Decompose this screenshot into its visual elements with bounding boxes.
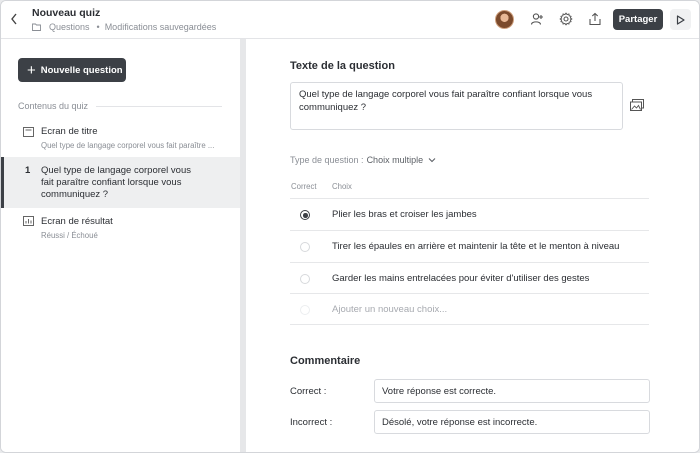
contents-divider	[96, 106, 222, 107]
sidebar-item-subtitle: Quel type de langage corporel vous fait …	[41, 141, 215, 150]
correct-radio[interactable]	[300, 274, 310, 284]
add-user-icon	[530, 13, 543, 25]
gear-icon	[559, 12, 573, 26]
sidebar-item-label: Ecran de résultat	[41, 216, 113, 227]
question-text-input[interactable]: Quel type de langage corporel vous fait …	[290, 82, 623, 130]
title-screen-icon	[23, 127, 34, 137]
correct-radio[interactable]	[300, 242, 310, 252]
chevron-down-icon	[428, 158, 436, 163]
choice-text[interactable]: Plier les bras et croiser les jambes	[332, 209, 477, 220]
add-user-button[interactable]	[529, 11, 545, 27]
plus-icon: +	[27, 61, 36, 79]
header-bar: Nouveau quiz Questions • Modifications s…	[1, 1, 699, 39]
question-heading: Texte de la question	[290, 60, 395, 72]
choice-row[interactable]: Garder les mains entrelacées pour éviter…	[290, 262, 649, 294]
avatar[interactable]	[495, 10, 514, 29]
question-number: 1	[25, 165, 31, 176]
choices-divider	[290, 324, 649, 325]
sidebar-item-result-screen[interactable]: Ecran de résultat Réussi / Échoué	[1, 215, 240, 243]
column-header-correct: Correct	[291, 182, 317, 191]
preview-button[interactable]	[670, 9, 691, 30]
sidebar-item-question-1[interactable]: 1 Quel type de langage corporel vous fai…	[1, 157, 240, 208]
add-choice-row[interactable]: Ajouter un nouveau choix...	[290, 293, 649, 325]
image-icon[interactable]	[630, 99, 644, 111]
correct-radio	[300, 305, 310, 315]
share-button[interactable]: Partager	[613, 9, 663, 30]
sidebar-item-title-screen[interactable]: Ecran de titre Quel type de langage corp…	[1, 125, 240, 155]
folder-icon	[32, 23, 41, 31]
contents-heading: Contenus du quiz	[18, 101, 89, 111]
breadcrumb: Questions • Modifications sauvegardées	[32, 22, 216, 32]
add-choice-input[interactable]: Ajouter un nouveau choix...	[332, 304, 447, 315]
sidebar-item-label: Quel type de langage corporel vous fait …	[41, 165, 191, 200]
feedback-incorrect-label: Incorrect :	[290, 417, 333, 428]
new-question-label: Nouvelle question	[40, 64, 123, 76]
save-status: Modifications sauvegardées	[104, 22, 217, 32]
feedback-correct-label: Correct :	[290, 386, 327, 397]
settings-button[interactable]	[558, 11, 574, 27]
app-window: Nouveau quiz Questions • Modifications s…	[0, 0, 700, 453]
correct-radio[interactable]	[300, 210, 310, 220]
choice-text[interactable]: Garder les mains entrelacées pour éviter…	[332, 273, 589, 284]
breadcrumb-separator: •	[96, 22, 100, 32]
new-question-button[interactable]: + Nouvelle question	[18, 58, 126, 82]
question-type-value: Choix multiple	[366, 155, 424, 165]
feedback-incorrect-input[interactable]: Désolé, votre réponse est incorrecte.	[374, 410, 650, 434]
choice-text[interactable]: Tirer les épaules en arrière et mainteni…	[332, 241, 619, 252]
result-screen-icon	[23, 216, 34, 226]
export-icon	[589, 12, 601, 26]
play-icon	[676, 14, 685, 25]
column-header-choice: Choix	[332, 182, 352, 191]
back-button[interactable]	[7, 10, 21, 28]
feedback-heading: Commentaire	[290, 355, 361, 367]
question-type-label: Type de question :	[290, 155, 364, 165]
choice-row[interactable]: Plier les bras et croiser les jambes	[290, 198, 649, 230]
question-type-select[interactable]: Type de question : Choix multiple	[290, 155, 436, 165]
sidebar-item-label: Ecran de titre	[41, 126, 98, 137]
sidebar-item-subtitle: Réussi / Échoué	[41, 231, 98, 240]
feedback-correct-input[interactable]: Votre réponse est correcte.	[374, 379, 650, 403]
back-icon	[11, 13, 17, 25]
choice-row[interactable]: Tirer les épaules en arrière et mainteni…	[290, 230, 649, 262]
quiz-title: Nouveau quiz	[32, 7, 101, 19]
breadcrumb-folder[interactable]: Questions	[49, 22, 90, 32]
export-button[interactable]	[587, 11, 603, 27]
active-indicator	[1, 157, 4, 208]
